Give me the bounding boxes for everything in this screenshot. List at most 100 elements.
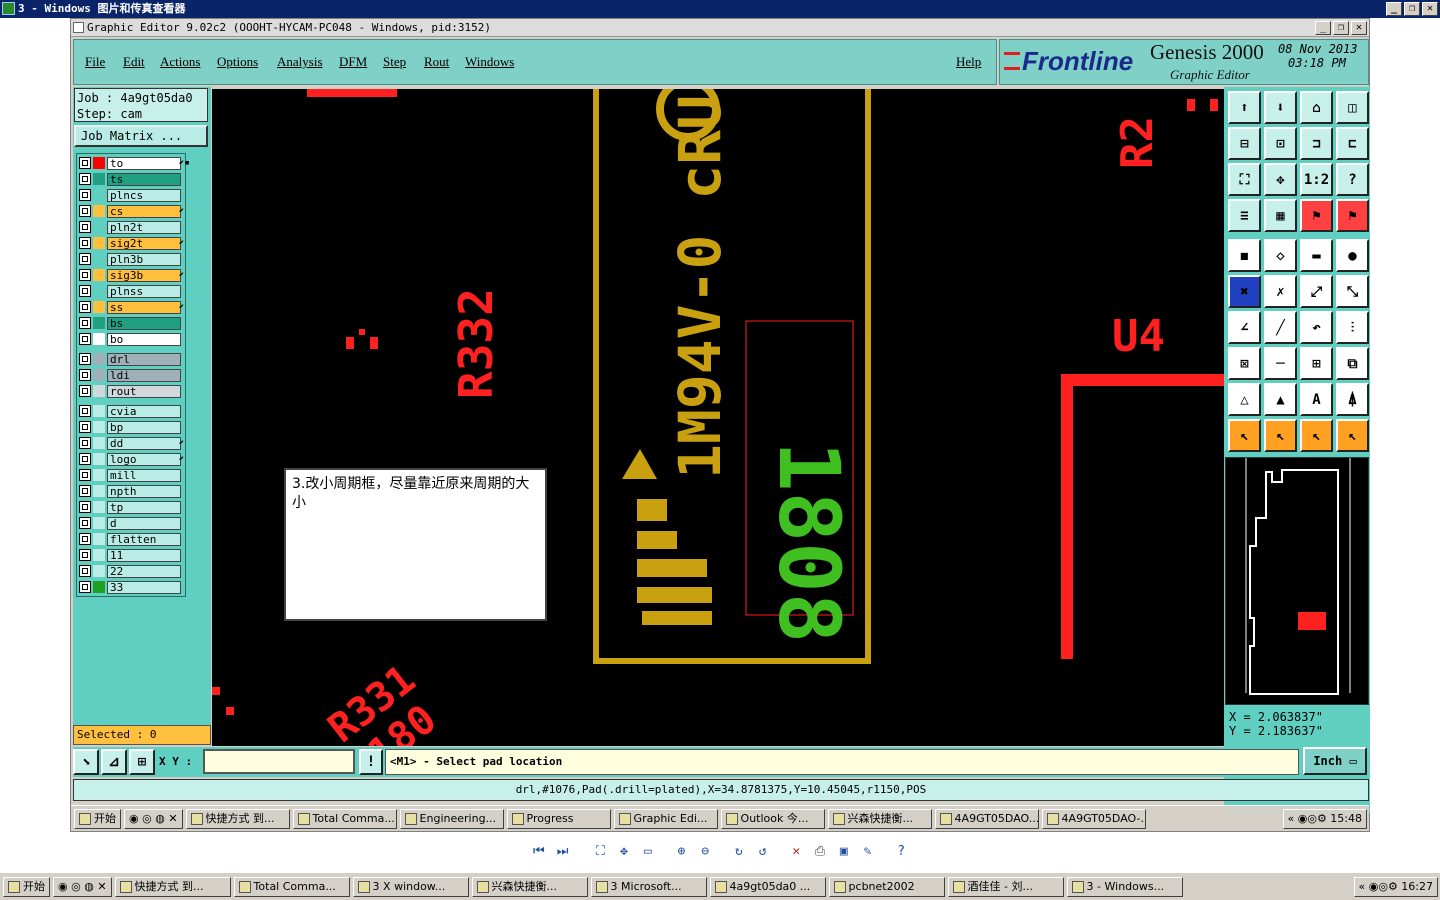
layer-name[interactable]: to <box>107 156 181 170</box>
genesis-close-button[interactable]: ✕ <box>1351 21 1367 35</box>
layer-row[interactable]: cvia <box>79 404 181 418</box>
layer-name[interactable]: cvia <box>107 404 181 418</box>
tool-button-icon[interactable]: 1:2 <box>1300 163 1333 196</box>
layer-checkbox[interactable] <box>79 353 91 365</box>
layer-name[interactable]: dd <box>107 436 181 450</box>
tool-button-icon[interactable]: ✗ <box>1264 275 1297 308</box>
layer-checkbox[interactable] <box>79 369 91 381</box>
tool-button-icon[interactable]: ⊞ <box>1300 347 1333 380</box>
layer-checkbox[interactable] <box>79 421 91 433</box>
tool-button-icon[interactable]: ▦ <box>1264 199 1297 232</box>
rotate-clockwise-icon[interactable]: ↻ <box>730 842 748 860</box>
tool-button-icon[interactable]: ↖ <box>1300 419 1333 452</box>
genesis-minimize-button[interactable]: _ <box>1315 21 1331 35</box>
layer-row[interactable]: mill <box>79 468 181 482</box>
graphic-canvas[interactable]: R332 R331 180 1M94V-0 cRU 1808 R2 C5 U4 <box>212 89 1224 746</box>
zoom-in-icon[interactable]: ⊕ <box>673 842 691 860</box>
layer-row[interactable]: drl <box>79 352 181 366</box>
tool-button-icon[interactable]: ▲ <box>1264 383 1297 416</box>
tool-button-icon[interactable]: ↖ <box>1336 419 1369 452</box>
layer-checkbox[interactable] <box>79 453 91 465</box>
taskbar-item[interactable]: 3 X window... <box>352 876 469 897</box>
layer-name[interactable]: bp <box>107 420 181 434</box>
menu-windows[interactable]: Windows <box>465 54 514 70</box>
layer-row[interactable]: cs ⬋ <box>79 204 184 218</box>
help-icon[interactable]: ? <box>892 842 910 860</box>
taskbar-item[interactable]: 3 - Windows... <box>1066 876 1183 897</box>
quick-launch[interactable]: ◉ ◎ ◍ ✕ <box>124 808 183 829</box>
layer-name[interactable]: cs <box>107 204 181 218</box>
tool-button-icon[interactable]: ⊟ <box>1228 127 1261 160</box>
taskbar-item[interactable]: 4A9GT05DAO-... <box>1041 808 1146 829</box>
layer-row[interactable]: bs <box>79 316 181 330</box>
tool-button-icon[interactable]: ◼ <box>1228 239 1261 272</box>
layer-row[interactable]: 22 <box>79 564 181 578</box>
layer-checkbox[interactable] <box>79 269 91 281</box>
tool-button-icon[interactable]: ⊏ <box>1336 127 1369 160</box>
taskbar-item[interactable]: Total Comma... <box>292 808 397 829</box>
actual-size-icon[interactable]: ✥ <box>615 842 633 860</box>
tool-button-icon[interactable]: ⚑ <box>1336 199 1369 232</box>
layer-name[interactable]: logo <box>107 452 181 466</box>
menu-file[interactable]: File <box>85 54 105 70</box>
tool-button-icon[interactable]: △ <box>1228 383 1261 416</box>
tool-button-icon[interactable]: ↶ <box>1300 311 1333 344</box>
tool-button-icon[interactable]: ⊐ <box>1300 127 1333 160</box>
layer-row[interactable]: sig2t ⬋ <box>79 236 184 250</box>
tool-button-icon[interactable]: ╱ <box>1264 311 1297 344</box>
tool-button-icon[interactable]: ⊠ <box>1228 347 1261 380</box>
tool-button-icon[interactable]: ⬆ <box>1228 91 1261 124</box>
taskbar-item[interactable]: 快捷方式 到... <box>114 876 231 897</box>
layer-checkbox[interactable] <box>79 285 91 297</box>
layer-checkbox[interactable] <box>79 189 91 201</box>
quick-launch[interactable]: ◉ ◎ ◍ ✕ <box>53 876 112 897</box>
slideshow-icon[interactable]: ▭ <box>639 842 657 860</box>
layer-row[interactable]: tp <box>79 500 181 514</box>
zoom-out-icon[interactable]: ⊖ <box>696 842 714 860</box>
taskbar-item[interactable]: 4a9gt05da0 ... <box>709 876 826 897</box>
layer-name[interactable]: ts <box>107 172 181 186</box>
layer-name[interactable]: ss <box>107 300 181 314</box>
tool-button-icon[interactable]: ⧉ <box>1336 347 1369 380</box>
layer-row[interactable]: bo <box>79 332 181 346</box>
layer-checkbox[interactable] <box>79 221 91 233</box>
info-icon[interactable]: ! <box>359 749 383 775</box>
delete-icon[interactable]: ✕ <box>787 842 805 860</box>
layer-name[interactable]: mill <box>107 468 181 482</box>
layer-checkbox[interactable] <box>79 173 91 185</box>
layer-checkbox[interactable] <box>79 581 91 593</box>
tool-button-icon[interactable]: ▬ <box>1300 239 1333 272</box>
layer-checkbox[interactable] <box>79 469 91 481</box>
menu-step[interactable]: Step <box>383 54 406 70</box>
layer-checkbox[interactable] <box>79 405 91 417</box>
layer-checkbox[interactable] <box>79 157 91 169</box>
best-fit-icon[interactable]: ⛶ <box>591 842 609 860</box>
tool-button-icon[interactable]: ✥ <box>1264 163 1297 196</box>
layer-row[interactable]: ss ⬋ <box>79 300 184 314</box>
tool-button-icon[interactable]: ? <box>1336 163 1369 196</box>
taskbar-item[interactable]: 4A9GT05DAO... <box>934 808 1039 829</box>
layer-checkbox[interactable] <box>79 385 91 397</box>
layer-row[interactable]: ts <box>79 172 181 186</box>
layer-name[interactable]: bo <box>107 332 181 346</box>
layer-row[interactable]: 11 <box>79 548 181 562</box>
layer-row[interactable]: pln2t <box>79 220 181 234</box>
tool-button-icon[interactable]: ∠ <box>1228 311 1261 344</box>
tool-button-icon[interactable]: ⬇ <box>1264 91 1297 124</box>
layer-checkbox[interactable] <box>79 437 91 449</box>
layer-checkbox[interactable] <box>79 253 91 265</box>
layer-checkbox[interactable] <box>79 237 91 249</box>
tool-button-icon[interactable]: ⍋ <box>1336 383 1369 416</box>
edit-icon[interactable]: ✎ <box>859 842 877 860</box>
layer-name[interactable]: pln3b <box>107 252 181 266</box>
layer-name[interactable]: 22 <box>107 564 181 578</box>
tool-button-icon[interactable]: ⌂ <box>1300 91 1333 124</box>
genesis-maximize-button[interactable]: ❐ <box>1333 21 1349 35</box>
layer-name[interactable]: plncs <box>107 188 181 202</box>
save-icon[interactable]: ▣ <box>835 842 853 860</box>
layer-checkbox[interactable] <box>79 485 91 497</box>
job-matrix-button[interactable]: Job Matrix ... <box>74 125 208 147</box>
layer-checkbox[interactable] <box>79 517 91 529</box>
measure-icon[interactable]: ⊿ <box>101 749 127 775</box>
tool-button-icon[interactable]: A <box>1300 383 1333 416</box>
